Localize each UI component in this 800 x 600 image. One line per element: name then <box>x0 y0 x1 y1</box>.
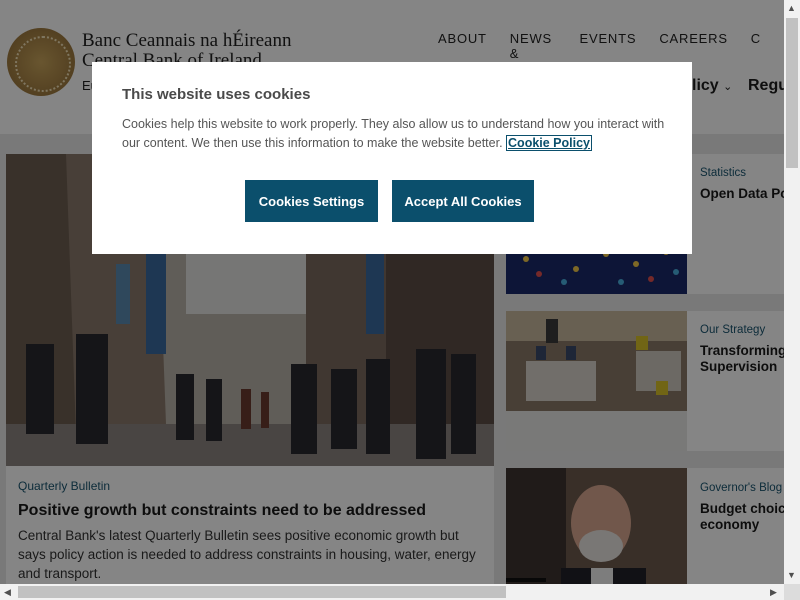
cookies-settings-button[interactable]: Cookies Settings <box>245 180 378 222</box>
scrollbar-corner <box>784 584 800 600</box>
cookie-consent-dialog: This website uses cookies Cookies help t… <box>92 62 692 254</box>
vertical-scrollbar[interactable]: ▲ ▼ <box>784 0 800 584</box>
horizontal-scrollbar[interactable]: ◀ ▶ <box>0 584 784 600</box>
horizontal-scroll-thumb[interactable] <box>18 586 506 598</box>
scroll-up-icon[interactable]: ▲ <box>787 3 796 13</box>
accept-all-cookies-button[interactable]: Accept All Cookies <box>392 180 534 222</box>
vertical-scroll-thumb[interactable] <box>786 18 798 168</box>
scroll-right-icon[interactable]: ▶ <box>770 587 777 598</box>
scroll-left-icon[interactable]: ◀ <box>4 587 11 598</box>
cookie-dialog-title: This website uses cookies <box>122 86 311 103</box>
cookie-policy-link[interactable]: Cookie Policy <box>506 135 593 151</box>
scroll-down-icon[interactable]: ▼ <box>787 570 796 580</box>
cookie-dialog-text: Cookies help this website to work proper… <box>122 115 667 153</box>
